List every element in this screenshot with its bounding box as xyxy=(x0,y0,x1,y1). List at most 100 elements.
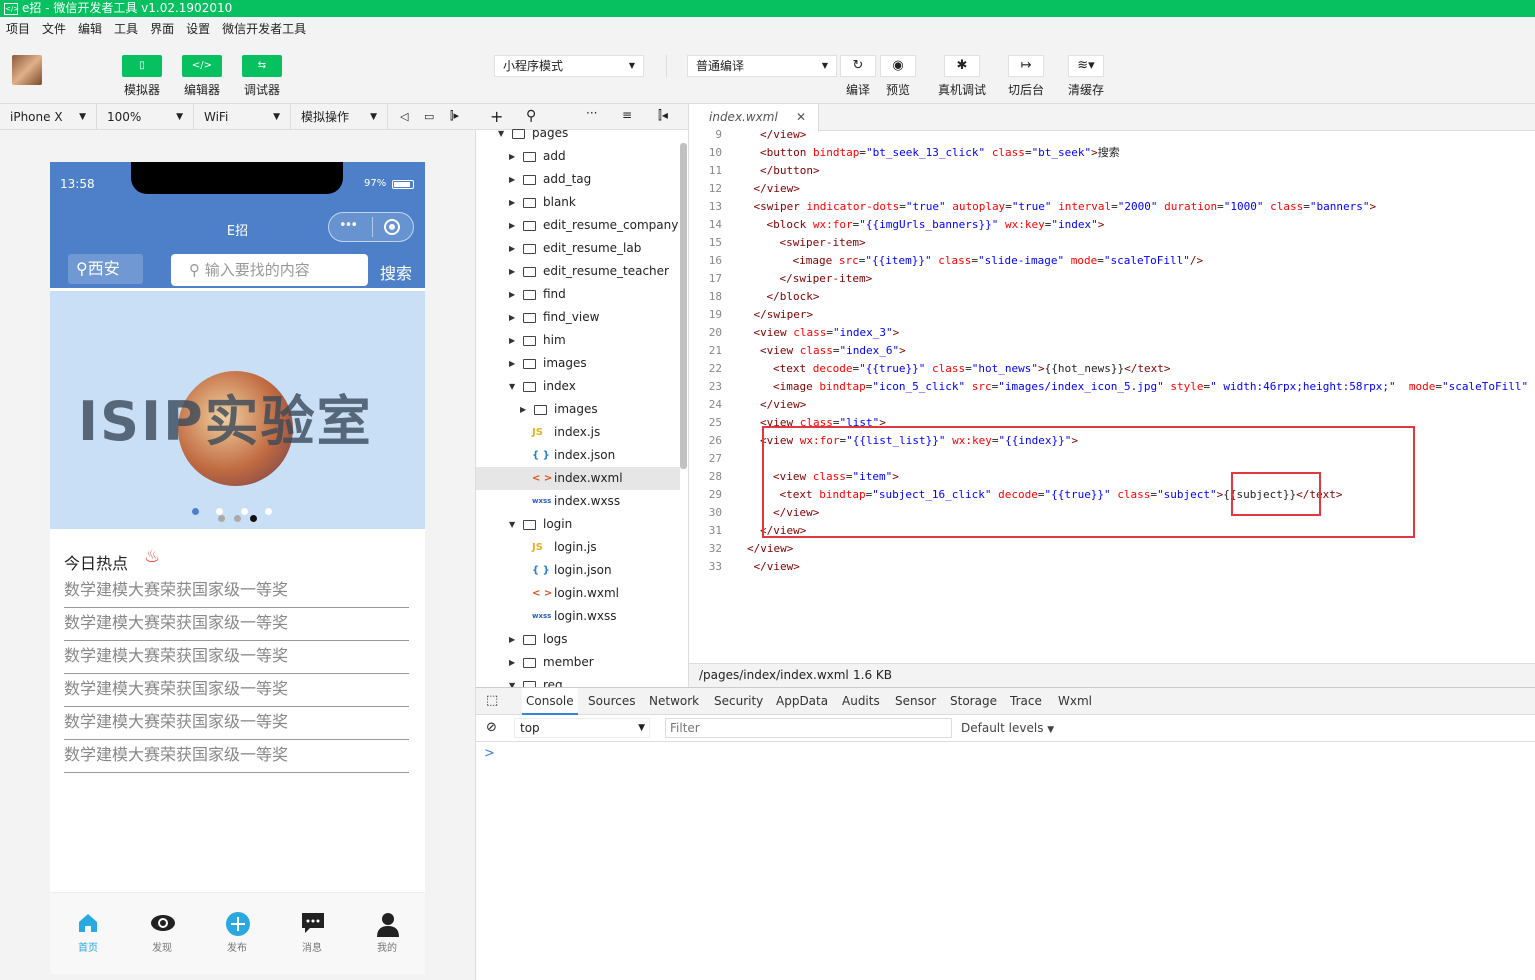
chevron-right-icon[interactable]: ▶ xyxy=(509,260,515,283)
news-item[interactable]: 数学建模大赛荣获国家级一等奖 xyxy=(64,608,409,641)
tree-item[interactable]: ▶ logs xyxy=(476,628,680,651)
devtools-tab-storage[interactable]: Storage xyxy=(950,688,997,715)
network-select[interactable]: WiFi ▼ xyxy=(194,104,291,130)
devtools-tab-wxml[interactable]: Wxml xyxy=(1058,688,1092,715)
tree-item[interactable]: ▼ pages xyxy=(476,122,680,145)
menu-view[interactable]: 界面 xyxy=(150,22,174,36)
code-area[interactable]: 9 </view> 10 <button bindtap="bt_seek_13_cl… xyxy=(689,128,1535,661)
levels-select[interactable]: Default levels ▼ xyxy=(961,718,1054,738)
swiper-dot[interactable] xyxy=(250,515,257,522)
menu-edit[interactable]: 编辑 xyxy=(78,22,102,36)
background-button[interactable]: ↦ xyxy=(1008,55,1044,77)
debugger-toggle-button[interactable]: ⇆ xyxy=(242,55,282,77)
compile-button[interactable]: ↻ xyxy=(840,55,876,77)
chevron-right-icon[interactable]: ▶ xyxy=(509,628,515,651)
ops-select[interactable]: 模拟操作 ▼ xyxy=(291,104,388,130)
split-icon[interactable]: ⫿▸ xyxy=(450,109,459,123)
simulator-toggle-button[interactable]: ▯ xyxy=(122,55,162,77)
chevron-down-icon[interactable]: ▼ xyxy=(509,513,515,536)
chevron-right-icon[interactable]: ▶ xyxy=(509,283,515,306)
more-icon[interactable]: ••• xyxy=(339,218,358,233)
tab-discover[interactable]: 发现 xyxy=(132,911,192,954)
news-item[interactable]: 数学建模大赛荣获国家级一等奖 xyxy=(64,707,409,740)
news-item[interactable]: 数学建模大赛荣获国家级一等奖 xyxy=(64,674,409,707)
tree-item[interactable]: ▶ edit_resume_company xyxy=(476,214,680,237)
inspect-icon[interactable]: ⬚ xyxy=(486,693,498,708)
swiper-dot[interactable] xyxy=(218,515,225,522)
menu-capsule[interactable]: ••• xyxy=(328,212,414,242)
devtools-tab-trace[interactable]: Trace xyxy=(1010,688,1042,715)
devtools-tab-sources[interactable]: Sources xyxy=(588,688,635,715)
split-icon[interactable]: ⫿◂ xyxy=(658,108,668,123)
swiper-dot[interactable] xyxy=(241,508,248,515)
tree-item[interactable]: ▶ find_view xyxy=(476,306,680,329)
menu-file[interactable]: 文件 xyxy=(42,22,66,36)
menu-project[interactable]: 项目 xyxy=(6,22,30,36)
news-item[interactable]: 数学建模大赛荣获国家级一等奖 xyxy=(64,575,409,608)
user-avatar[interactable] xyxy=(12,55,42,85)
tree-item[interactable]: ▼ index xyxy=(476,375,680,398)
search-button[interactable]: 搜索 xyxy=(380,260,412,284)
block-icon[interactable]: ⊘ xyxy=(486,720,497,735)
devtools-tab-console[interactable]: Console xyxy=(522,688,578,715)
tree-item[interactable]: ▼ login xyxy=(476,513,680,536)
chevron-right-icon[interactable]: ▶ xyxy=(520,398,526,421)
tree-item[interactable]: wxss index.wxss xyxy=(476,490,680,513)
tree-item[interactable]: ▶ member xyxy=(476,651,680,674)
tree-item[interactable]: { } index.json xyxy=(476,444,680,467)
search-input[interactable]: ⚲ 输入要找的内容 xyxy=(171,254,368,286)
chevron-right-icon[interactable]: ▶ xyxy=(509,168,515,191)
volume-icon[interactable]: ◁ xyxy=(400,110,408,123)
zoom-select[interactable]: 100% ▼ xyxy=(97,104,194,130)
tab-messages[interactable]: 消息 xyxy=(282,911,342,954)
tab-publish[interactable]: 发布 xyxy=(207,911,267,954)
filter-input[interactable] xyxy=(665,718,952,738)
chevron-right-icon[interactable]: ▶ xyxy=(509,214,515,237)
chevron-right-icon[interactable]: ▶ xyxy=(509,306,515,329)
devtools-tab-network[interactable]: Network xyxy=(649,688,699,715)
tree-item[interactable]: < > login.wxml xyxy=(476,582,680,605)
chevron-right-icon[interactable]: ▶ xyxy=(509,329,515,352)
swiper-dot[interactable] xyxy=(192,508,199,515)
tree-item[interactable]: < > index.wxml xyxy=(476,467,680,490)
chevron-right-icon[interactable]: ▶ xyxy=(509,651,515,674)
tree-item[interactable]: JS login.js xyxy=(476,536,680,559)
tree-item[interactable]: ▶ him xyxy=(476,329,680,352)
tab-mine[interactable]: 我的 xyxy=(357,911,417,954)
chevron-right-icon[interactable]: ▶ xyxy=(509,237,515,260)
more-icon[interactable]: ··· xyxy=(586,106,597,120)
window-icon[interactable]: ▭ xyxy=(424,110,434,123)
news-item[interactable]: 数学建模大赛荣获国家级一等奖 xyxy=(64,740,409,773)
menu-tools[interactable]: 工具 xyxy=(114,22,138,36)
remote-debug-button[interactable]: ✱ xyxy=(944,55,980,77)
devtools-tab-sensor[interactable]: Sensor xyxy=(895,688,936,715)
tab-home[interactable]: 首页 xyxy=(58,911,118,954)
chevron-right-icon[interactable]: ▶ xyxy=(509,352,515,375)
compile-mode-select[interactable]: 普通编译 ▼ xyxy=(687,55,837,77)
tree-item[interactable]: JS index.js xyxy=(476,421,680,444)
banner-swiper[interactable]: ISIP实验室 xyxy=(50,291,425,529)
tree-item[interactable]: ▶ edit_resume_teacher xyxy=(476,260,680,283)
chevron-right-icon[interactable]: ▶ xyxy=(509,191,515,214)
tree-item[interactable]: ▶ blank xyxy=(476,191,680,214)
tree-item[interactable]: ▼ reg xyxy=(476,674,680,687)
swiper-dot[interactable] xyxy=(265,508,272,515)
close-miniprogram-icon[interactable] xyxy=(384,219,400,235)
chevron-right-icon[interactable]: ▶ xyxy=(509,145,515,168)
chevron-down-icon[interactable]: ▼ xyxy=(509,674,515,687)
fire-icon[interactable]: ♨ xyxy=(144,546,160,567)
tree-item[interactable]: { } login.json xyxy=(476,559,680,582)
mode-select[interactable]: 小程序模式 ▼ xyxy=(494,55,644,77)
tree-item[interactable]: ▶ edit_resume_lab xyxy=(476,237,680,260)
tree-item[interactable]: ▶ find xyxy=(476,283,680,306)
swiper-dot[interactable] xyxy=(234,515,241,522)
city-button[interactable]: ⚲西安 xyxy=(68,254,143,284)
devtools-tab-audits[interactable]: Audits xyxy=(842,688,880,715)
tree-item[interactable]: ▶ images xyxy=(476,398,680,421)
devtools-tab-appdata[interactable]: AppData xyxy=(776,688,828,715)
clear-cache-button[interactable]: ≋▾ xyxy=(1068,55,1104,77)
swiper-dot[interactable] xyxy=(216,508,223,515)
menu-settings[interactable]: 设置 xyxy=(186,22,210,36)
devtools-tab-security[interactable]: Security xyxy=(714,688,763,715)
editor-toggle-button[interactable]: </> xyxy=(182,55,222,77)
